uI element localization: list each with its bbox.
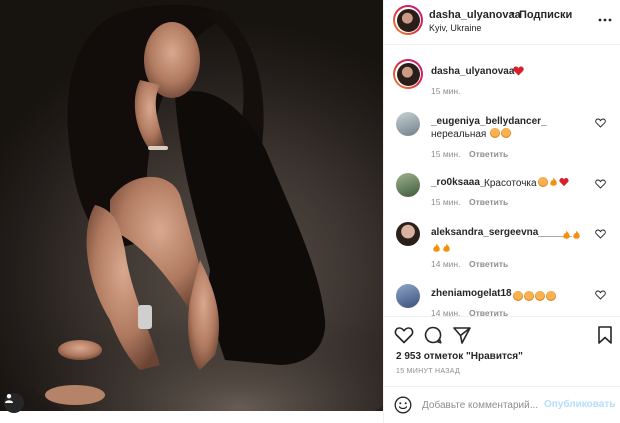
follow-status-button[interactable]: Подписки [519,9,572,21]
comment-input[interactable] [422,396,542,414]
photo-bottom-strip [0,411,383,423]
fire-emoji [443,243,450,252]
fire-emoji [573,230,580,239]
heart-eyes-emoji [513,291,523,301]
fire-emoji [563,230,570,239]
comment-emojis [431,239,451,257]
comment-avatar[interactable] [396,284,420,308]
photo-illustration [20,4,383,423]
red-heart-emoji [558,177,569,187]
post-side-panel: dasha_ulyanovaa • Подписки Kyiv, Ukraine… [383,0,620,423]
comment-username[interactable]: aleksandra_sergeevna______ [431,227,572,238]
emoji-icon[interactable] [394,396,412,414]
comment-emojis [512,287,556,305]
fire-emoji [433,243,440,252]
author-username[interactable]: dasha_ulyanovaa [429,9,521,21]
post-location[interactable]: Kyiv, Ukraine [429,23,481,33]
like-icon[interactable] [394,325,414,345]
user-tag-icon [5,394,13,403]
caption-author-avatar[interactable] [393,59,423,89]
comment-avatar[interactable] [396,173,420,197]
user-tag-button[interactable] [4,393,24,413]
heart-eyes-emoji [490,128,501,138]
comment-emojis [561,226,581,244]
comment-icon[interactable] [423,325,443,345]
reply-button[interactable]: Ответить [469,149,508,159]
like-comment-icon[interactable] [595,179,606,189]
comment-avatar[interactable] [396,222,420,246]
post-header: dasha_ulyanovaa • Подписки Kyiv, Ukraine [384,0,620,45]
comment-text: нереальная [431,128,512,140]
comments-list[interactable]: dasha_ulyanovaa 15 мин. _eugeniya_bellyd… [384,46,620,316]
like-comment-icon[interactable] [595,290,606,300]
red-heart-emoji [513,66,524,76]
comment-time: 15 мин. [431,149,461,159]
heart-eyes-emoji [546,291,556,301]
comment-text: Красоточка [484,177,569,189]
reply-button[interactable]: Ответить [469,308,508,316]
post-photo[interactable] [0,0,383,423]
heart-eyes-emoji [535,291,545,301]
follow-separator: • [511,8,515,20]
fire-emoji [549,177,557,186]
publish-comment-button[interactable]: Опубликовать [544,399,615,410]
likes-count[interactable]: 2 953 отметок "Нравится" [396,351,523,362]
comment-username[interactable]: _eugeniya_bellydancer_ [431,116,547,127]
like-comment-icon[interactable] [595,118,606,128]
reply-button[interactable]: Ответить [469,197,508,207]
heart-eyes-emoji [524,291,534,301]
heart-eyes-emoji [537,177,548,187]
comment-time: 14 мин. [431,308,461,316]
caption-username[interactable]: dasha_ulyanovaa [431,66,514,77]
caption-time: 15 мин. [431,86,461,96]
comment-username[interactable]: zheniamogelat18 [431,288,512,299]
post-actions: 2 953 отметок "Нравится" 15 МИНУТ НАЗАД [384,316,620,386]
share-icon[interactable] [452,325,472,345]
comment-time: 15 мин. [431,197,461,207]
post-time-ago[interactable]: 15 МИНУТ НАЗАД [396,368,460,375]
heart-eyes-emoji [501,128,512,138]
author-avatar[interactable] [393,5,423,35]
more-options-icon[interactable] [598,14,612,26]
reply-button[interactable]: Ответить [469,259,508,269]
comment-time: 14 мин. [431,259,461,269]
add-comment-bar: Опубликовать [384,386,620,423]
comment-avatar[interactable] [396,112,420,136]
bookmark-icon[interactable] [595,325,615,345]
comment-username[interactable]: _ro0ksaaa_ [431,177,486,188]
like-comment-icon[interactable] [595,229,606,239]
